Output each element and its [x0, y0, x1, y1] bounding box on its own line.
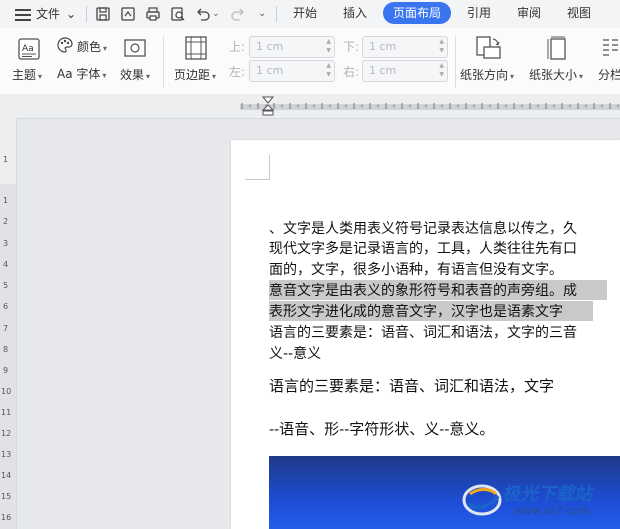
divider	[455, 36, 456, 88]
document-line[interactable]: --语音、形--字符形状、义--意义。	[269, 418, 494, 439]
undo-icon[interactable]	[195, 6, 211, 22]
horizontal-ruler[interactable]	[0, 94, 620, 119]
right-margin-value: 1 cm	[369, 64, 397, 77]
color-label: 颜色	[77, 40, 102, 54]
columns-button[interactable]: 分栏	[598, 66, 620, 83]
left-margin-value: 1 cm	[256, 64, 284, 77]
page-corner-marker	[245, 155, 270, 180]
page-orientation-button[interactable]: 纸张方向 ▾	[460, 66, 514, 83]
tab-insert[interactable]: 插入	[333, 2, 377, 24]
selected-document-line[interactable]: 意音文字是由表义的象形符号和表音的声旁组。成	[269, 280, 607, 300]
print-preview-icon[interactable]	[170, 6, 186, 22]
divider	[276, 6, 277, 22]
vruler-number: 15	[1, 492, 12, 501]
top-margin-value: 1 cm	[256, 40, 284, 53]
margins-button[interactable]: 页边距 ▾	[174, 66, 216, 83]
document-page[interactable]: 、文字是人类用表义符号记录表达信息以传之，久 现代文字多是记录语言的，工具，人类…	[231, 140, 620, 529]
svg-text:Aa: Aa	[22, 44, 34, 54]
document-line[interactable]: 语言的三要素是：语音、词汇和语法，文字的三音	[269, 322, 577, 342]
margins-label: 页边距	[174, 68, 211, 82]
divider	[86, 6, 87, 22]
vruler-number: 14	[1, 471, 12, 480]
document-line[interactable]: 义--意义	[269, 343, 321, 363]
bottom-margin-label: 下:	[343, 40, 360, 54]
effects-label: 效果	[120, 68, 145, 82]
theme-label: 主题	[12, 68, 37, 82]
vruler-number: 8	[3, 345, 9, 354]
palette-icon	[57, 37, 73, 53]
bottom-margin-input[interactable]: 1 cm ▲ ▼	[362, 36, 448, 58]
left-margin-label: 左:	[229, 65, 246, 79]
top-margin-input[interactable]: 1 cm ▲ ▼	[249, 36, 335, 58]
tab-view[interactable]: 视图	[557, 2, 601, 24]
vruler-number: 2	[3, 217, 9, 226]
file-menu[interactable]: 文件	[36, 0, 60, 28]
bottom-margin-value: 1 cm	[369, 40, 397, 53]
document-line[interactable]: 现代文字多是记录语言的，工具，人类往往先有口	[269, 238, 577, 258]
vruler-number: 1	[3, 155, 9, 164]
tab-home[interactable]: 开始	[283, 2, 327, 24]
document-line[interactable]: 面的，文字，很多小语种，有语言但没有文字。	[269, 259, 563, 279]
site-watermark: 极光下载站 www.xz7.com	[462, 478, 620, 522]
indent-marker-icon[interactable]	[262, 96, 274, 116]
vruler-number: 7	[3, 324, 9, 333]
selected-document-line[interactable]: 表形文字进化成的意音文字，汉字也是语素文字	[269, 301, 593, 321]
effects-button[interactable]: 效果 ▾	[120, 66, 150, 83]
document-line[interactable]: 、文字是人类用表义符号记录表达信息以传之，久	[269, 218, 577, 238]
columns-label: 分栏	[598, 68, 620, 82]
vruler-number: 12	[1, 429, 12, 438]
redo-icon[interactable]	[230, 6, 246, 22]
page-size-button[interactable]: 纸张大小 ▾	[529, 66, 583, 83]
watermark-logo-icon	[462, 484, 502, 516]
chevron-down-icon[interactable]: ⌄	[66, 0, 76, 28]
hamburger-menu-icon[interactable]	[15, 9, 31, 21]
margins-icon[interactable]	[185, 36, 207, 60]
document-line[interactable]: 语言的三要素是：语音、词汇和语法，文字	[269, 375, 554, 396]
divider	[163, 36, 164, 88]
columns-icon[interactable]	[602, 38, 618, 60]
tab-review[interactable]: 审阅	[507, 2, 551, 24]
vruler-number: 10	[1, 387, 12, 396]
export-pdf-icon[interactable]	[120, 6, 136, 22]
theme-button[interactable]: 主题 ▾	[12, 66, 42, 83]
theme-icon[interactable]: Aa	[18, 38, 40, 60]
color-button[interactable]: 颜色 ▾	[77, 38, 107, 55]
ruler-ticks	[240, 103, 620, 110]
tab-page-layout[interactable]: 页面布局	[383, 2, 452, 24]
left-margin-input[interactable]: 1 cm ▲ ▼	[249, 60, 335, 82]
right-margin-label: 右:	[343, 65, 360, 79]
font-button[interactable]: Aa 字体 ▾	[57, 65, 106, 82]
vertical-ruler[interactable]: 1 1 2 3 4 5 6 7 8 9 10 11 12 13 14 15 16	[0, 118, 17, 529]
vruler-number: 9	[3, 366, 9, 375]
tab-references[interactable]: 引用	[457, 2, 501, 24]
font-label: Aa 字体	[57, 67, 101, 81]
watermark-title: 极光下载站	[502, 484, 592, 505]
vruler-number: 6	[3, 302, 9, 311]
vruler-number: 11	[1, 408, 12, 417]
page-orientation-label: 纸张方向	[460, 68, 509, 82]
page-size-icon[interactable]	[546, 36, 568, 60]
vruler-number: 5	[3, 281, 9, 290]
menu-bar: 文件 ⌄ ⌄ ⌄ 开始 插入 页面布局 引用 审阅 视图	[0, 0, 620, 28]
vruler-number: 1	[3, 196, 9, 205]
watermark-url: www.xz7.com	[514, 504, 590, 517]
vruler-number: 4	[3, 260, 9, 269]
right-margin-input[interactable]: 1 cm ▲ ▼	[362, 60, 448, 82]
quick-access-more-icon[interactable]: ⌄	[258, 0, 266, 28]
page-size-label: 纸张大小	[529, 68, 578, 82]
undo-dropdown-icon[interactable]: ⌄	[212, 0, 220, 28]
effects-icon[interactable]	[124, 39, 146, 57]
print-icon[interactable]	[145, 6, 161, 22]
vruler-number: 3	[3, 239, 9, 248]
top-margin-label: 上:	[229, 40, 246, 54]
vruler-number: 16	[1, 513, 12, 522]
page-orientation-icon[interactable]	[476, 36, 502, 60]
vruler-number: 13	[1, 450, 12, 459]
save-icon[interactable]	[95, 6, 111, 22]
ribbon-toolbar: Aa 主题 ▾ 颜色 ▾ Aa 字体 ▾ 效果 ▾ 页边距 ▾ 上: 1 cm ▲ ▼ 左: …	[0, 28, 620, 95]
